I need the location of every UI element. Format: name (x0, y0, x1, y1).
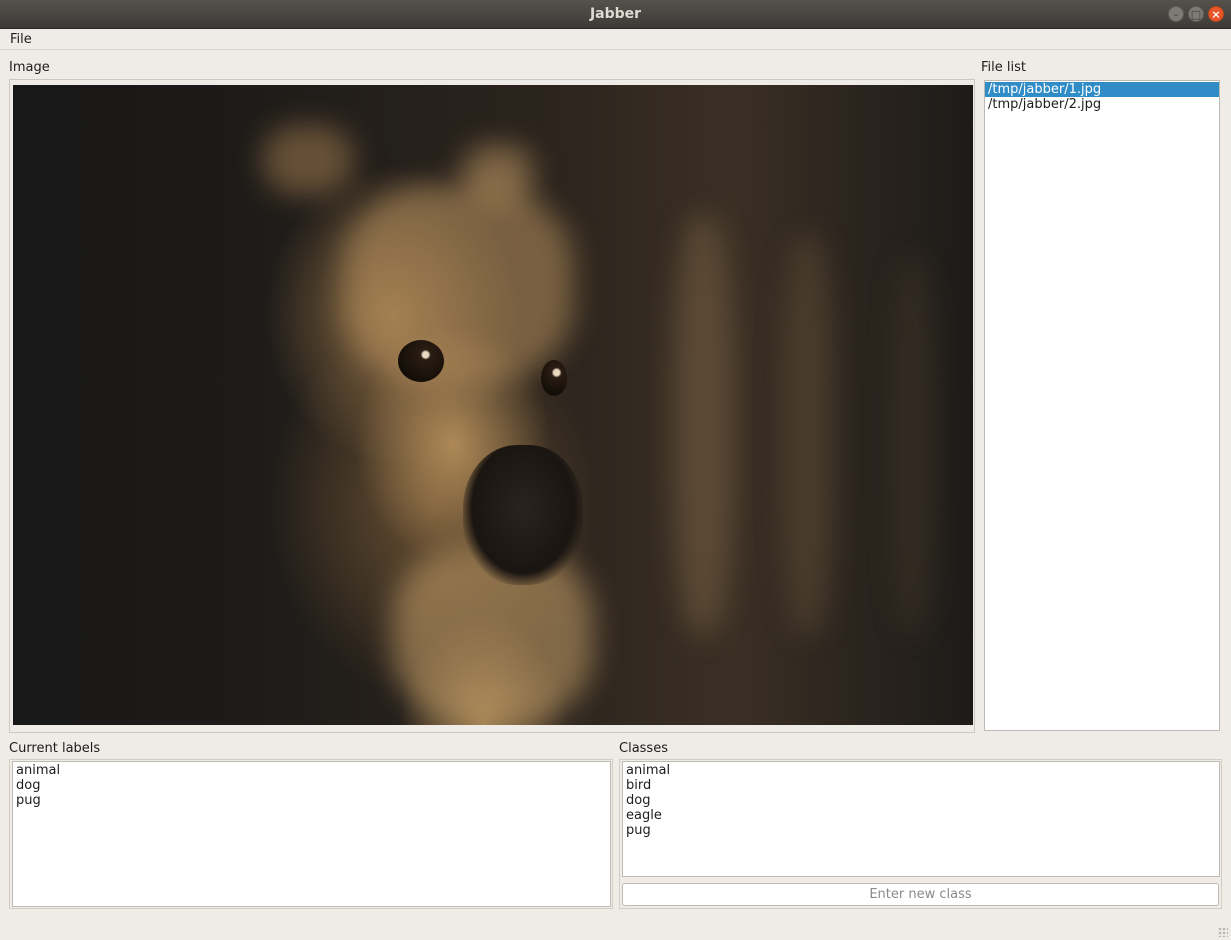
class-list-item[interactable]: pug (623, 823, 1219, 838)
file-list-item[interactable]: /tmp/jabber/1.jpg (985, 82, 1219, 97)
minimize-icon: – (1173, 7, 1179, 21)
dog-ear (263, 125, 353, 195)
image-label: Image (9, 60, 50, 75)
background-blur-stripe (673, 215, 733, 635)
image-frame (9, 79, 975, 733)
menu-bar: File (0, 29, 1231, 50)
background-blur-stripe (783, 235, 833, 635)
dog-eye (541, 360, 567, 396)
new-class-input[interactable] (622, 883, 1219, 906)
file-list-label: File list (981, 60, 1026, 75)
class-list-item[interactable]: animal (623, 763, 1219, 778)
classes-list[interactable]: animal bird dog eagle pug (622, 761, 1220, 877)
dog-eye (398, 340, 444, 382)
window-title: Jabber (589, 6, 642, 22)
class-list-item[interactable]: eagle (623, 808, 1219, 823)
close-icon: × (1211, 7, 1221, 21)
resize-grip[interactable] (1218, 927, 1228, 937)
close-button[interactable]: × (1208, 6, 1224, 22)
class-list-item[interactable]: dog (623, 793, 1219, 808)
label-list-item[interactable]: pug (13, 793, 610, 808)
current-labels-list[interactable]: animal dog pug (12, 761, 611, 907)
image-view[interactable] (13, 85, 973, 725)
app-window: Jabber – □ × File Image File list /tmp/j… (0, 0, 1231, 940)
classes-label: Classes (619, 741, 668, 756)
maximize-button[interactable]: □ (1188, 6, 1204, 22)
minimize-button[interactable]: – (1168, 6, 1184, 22)
maximize-icon: □ (1190, 7, 1202, 21)
file-list[interactable]: /tmp/jabber/1.jpg /tmp/jabber/2.jpg (984, 80, 1220, 731)
current-labels-label: Current labels (9, 741, 101, 756)
label-list-item[interactable]: dog (13, 778, 610, 793)
class-list-item[interactable]: bird (623, 778, 1219, 793)
background-blur-stripe (893, 255, 933, 635)
menu-file[interactable]: File (4, 29, 38, 50)
file-list-item[interactable]: /tmp/jabber/2.jpg (985, 97, 1219, 112)
title-bar[interactable]: Jabber – □ × (0, 0, 1231, 29)
dog-forehead (343, 185, 573, 385)
label-list-item[interactable]: animal (13, 763, 610, 778)
dog-muzzle (463, 445, 583, 585)
